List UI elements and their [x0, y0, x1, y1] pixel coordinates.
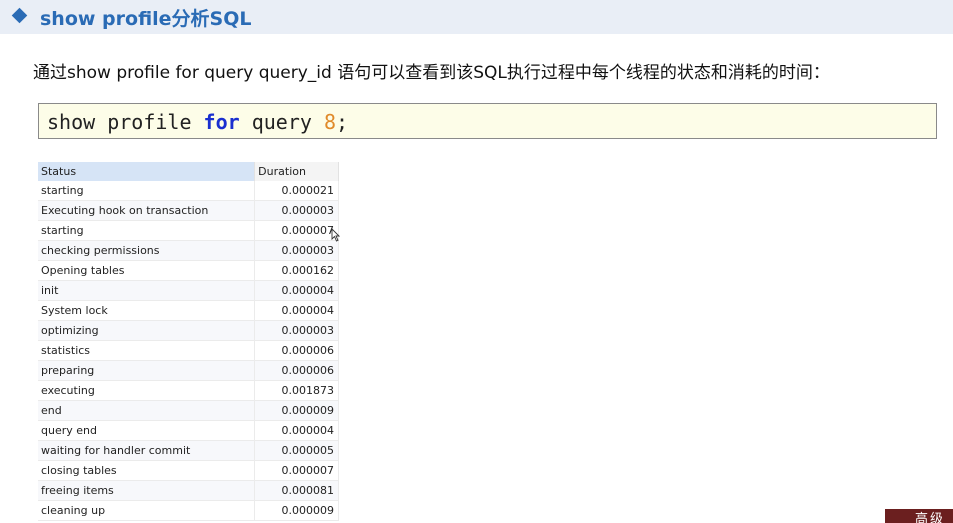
cell-status[interactable]: freeing items [38, 480, 256, 501]
slide: show profile分析SQL 通过show profile for que… [0, 0, 953, 523]
cell-status[interactable]: cleaning up [38, 500, 256, 521]
table-row[interactable]: statistics 0.000006 [38, 340, 339, 361]
table-row[interactable]: System lock 0.000004 [38, 300, 339, 321]
corner-badge-text: 高级 [914, 512, 945, 523]
table-row[interactable]: closing tables 0.000007 [38, 460, 339, 481]
code-text-2: query [239, 110, 324, 134]
table-row[interactable]: executing 0.001873 [38, 380, 339, 401]
cell-status[interactable]: waiting for handler commit [38, 440, 256, 461]
table-row[interactable]: starting 0.000007 [38, 220, 339, 241]
code-number: 8 [323, 110, 337, 134]
cell-status[interactable]: executing [38, 380, 256, 401]
table-header-row: Status Duration [38, 162, 339, 181]
cell-duration[interactable]: 0.000006 [254, 360, 339, 381]
cell-status[interactable]: checking permissions [38, 240, 256, 261]
cell-duration[interactable]: 0.000007 [254, 460, 339, 481]
cell-status[interactable]: optimizing [38, 320, 256, 341]
column-header-status[interactable]: Status [38, 162, 256, 181]
slide-title: show profile分析SQL [40, 8, 252, 30]
table-row[interactable]: optimizing 0.000003 [38, 320, 339, 341]
table-row[interactable]: cleaning up 0.000009 [38, 500, 339, 521]
diamond-bullet-icon [11, 7, 28, 24]
cell-status[interactable]: init [38, 280, 256, 301]
cell-duration[interactable]: 0.000003 [254, 320, 339, 341]
cell-status[interactable]: query end [38, 420, 256, 441]
table-row[interactable]: waiting for handler commit 0.000005 [38, 440, 339, 461]
cell-status[interactable]: System lock [38, 300, 256, 321]
cell-status[interactable]: end [38, 400, 256, 421]
table-row[interactable]: starting 0.000021 [38, 181, 339, 201]
cell-status[interactable]: Opening tables [38, 260, 256, 281]
intro-text: 通过show profile for query query_id 语句可以查看… [33, 63, 830, 83]
table-row[interactable]: end 0.000009 [38, 400, 339, 421]
code-semicolon: ; [336, 110, 349, 134]
table-body: starting 0.000021 Executing hook on transa… [38, 181, 339, 521]
cell-status[interactable]: starting [38, 220, 256, 241]
cell-duration[interactable]: 0.000004 [254, 280, 339, 301]
table-row[interactable]: freeing items 0.000081 [38, 480, 339, 501]
code-text-1: show profile [47, 110, 204, 134]
cell-status[interactable]: preparing [38, 360, 256, 381]
cell-status[interactable]: statistics [38, 340, 256, 361]
cell-duration[interactable]: 0.000021 [254, 181, 339, 201]
code-line: show profile for query 8; [47, 110, 348, 134]
mouse-pointer-icon [331, 228, 340, 242]
cell-duration[interactable]: 0.000003 [254, 240, 339, 261]
column-header-duration[interactable]: Duration [254, 162, 339, 181]
cell-duration[interactable]: 0.000009 [254, 500, 339, 521]
header-bar: show profile分析SQL [0, 0, 953, 34]
cell-duration[interactable]: 0.000003 [254, 200, 339, 221]
table-row[interactable]: query end 0.000004 [38, 420, 339, 441]
table-row[interactable]: checking permissions 0.000003 [38, 240, 339, 261]
cell-duration[interactable]: 0.000004 [254, 420, 339, 441]
cell-status[interactable]: starting [38, 181, 256, 201]
table-row[interactable]: Executing hook on transaction 0.000003 [38, 200, 339, 221]
cell-duration[interactable]: 0.000006 [254, 340, 339, 361]
code-block: show profile for query 8; [38, 103, 937, 139]
cell-duration[interactable]: 0.000005 [254, 440, 339, 461]
profile-result-table: Status Duration starting 0.000021 Executin… [38, 162, 339, 521]
cell-status[interactable]: Executing hook on transaction [38, 200, 256, 221]
cell-status[interactable]: closing tables [38, 460, 256, 481]
cell-duration[interactable]: 0.000162 [254, 260, 339, 281]
cell-duration[interactable]: 0.000007 [254, 220, 339, 241]
cell-duration[interactable]: 0.000004 [254, 300, 339, 321]
code-keyword: for [203, 110, 240, 134]
table-row[interactable]: init 0.000004 [38, 280, 339, 301]
cell-duration[interactable]: 0.001873 [254, 380, 339, 401]
table-row[interactable]: preparing 0.000006 [38, 360, 339, 381]
table-row[interactable]: Opening tables 0.000162 [38, 260, 339, 281]
cell-duration[interactable]: 0.000009 [254, 400, 339, 421]
cell-duration[interactable]: 0.000081 [254, 480, 339, 501]
corner-badge: 高级 [863, 509, 953, 523]
